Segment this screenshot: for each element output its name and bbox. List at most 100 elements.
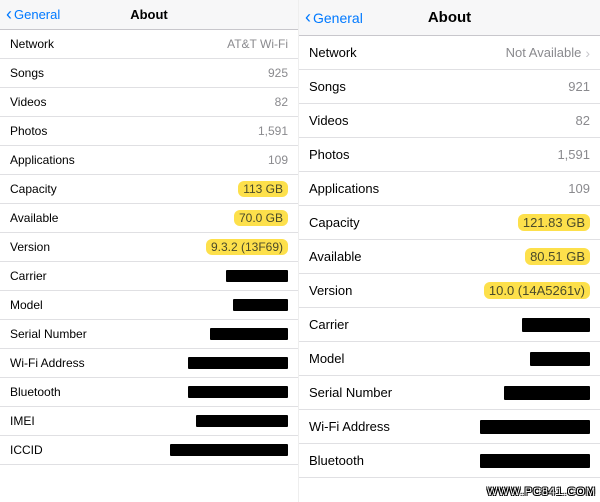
row-value-text: 109 bbox=[568, 181, 590, 196]
row-label: Applications bbox=[10, 153, 75, 167]
back-label: General bbox=[313, 10, 363, 26]
row-value-text: 1,591 bbox=[557, 147, 590, 162]
row-label: Carrier bbox=[309, 317, 349, 332]
redaction-bar bbox=[170, 444, 288, 456]
row-label: Photos bbox=[309, 147, 349, 162]
row-value: 70.0 GB bbox=[234, 210, 288, 226]
settings-row: Bluetooth bbox=[0, 378, 298, 407]
row-value-text: 109 bbox=[268, 153, 288, 167]
row-value-text: 80.51 GB bbox=[530, 249, 585, 264]
settings-row: Songs 925 bbox=[0, 59, 298, 88]
row-label: Videos bbox=[10, 95, 46, 109]
row-label: Serial Number bbox=[10, 327, 87, 341]
settings-row: Videos 82 bbox=[0, 88, 298, 117]
chevron-right-icon: › bbox=[585, 46, 590, 60]
row-label: Carrier bbox=[10, 269, 47, 283]
row-value: 925 bbox=[268, 66, 288, 80]
back-chevron-icon: ‹ bbox=[305, 8, 311, 26]
redaction-bar bbox=[480, 420, 590, 434]
row-value-text: 82 bbox=[275, 95, 288, 109]
redaction-bar bbox=[504, 386, 590, 400]
redaction-bar bbox=[226, 270, 288, 282]
settings-row: IMEI bbox=[0, 407, 298, 436]
settings-row: Carrier bbox=[299, 308, 600, 342]
settings-row: Available 70.0 GB bbox=[0, 204, 298, 233]
row-value-redacted bbox=[480, 454, 590, 468]
redaction-bar bbox=[210, 328, 288, 340]
settings-row: Carrier bbox=[0, 262, 298, 291]
row-label: Available bbox=[309, 249, 362, 264]
row-label: ICCID bbox=[10, 443, 43, 457]
row-value-redacted bbox=[530, 352, 590, 366]
row-value-text: 9.3.2 (13F69) bbox=[211, 240, 283, 254]
settings-row: Applications109 bbox=[299, 172, 600, 206]
row-value-redacted bbox=[210, 328, 288, 340]
row-value: 921 bbox=[568, 79, 590, 94]
row-value-text: 1,591 bbox=[258, 124, 288, 138]
settings-row: Photos 1,591 bbox=[0, 117, 298, 146]
row-label: Capacity bbox=[10, 182, 57, 196]
watermark: WWW.PC841.COM bbox=[487, 486, 596, 498]
redaction-bar bbox=[233, 299, 288, 311]
row-value-redacted bbox=[196, 415, 288, 427]
row-value-text: AT&T Wi-Fi bbox=[227, 37, 288, 51]
settings-row: Version 9.3.2 (13F69) bbox=[0, 233, 298, 262]
settings-row: Serial Number bbox=[299, 376, 600, 410]
about-list-left: Network AT&T Wi-Fi Songs 925 Videos 82 Photos 1… bbox=[0, 30, 298, 502]
row-label: Available bbox=[10, 211, 58, 225]
row-value: 80.51 GB bbox=[525, 248, 590, 265]
row-label: Songs bbox=[309, 79, 346, 94]
screen-right: ‹ General About NetworkNot Available›Son… bbox=[298, 0, 600, 502]
row-label: Network bbox=[309, 45, 357, 60]
settings-row: Model bbox=[0, 291, 298, 320]
settings-row: ICCID bbox=[0, 436, 298, 465]
settings-row[interactable]: Network Not Available› bbox=[299, 36, 600, 70]
row-label: Serial Number bbox=[309, 385, 392, 400]
row-value-redacted bbox=[522, 318, 590, 332]
row-label: Network bbox=[10, 37, 54, 51]
screen-left: ‹ General About NetworkAT&T Wi-FiSongs92… bbox=[0, 0, 298, 502]
settings-row: Wi-Fi Address bbox=[0, 349, 298, 378]
row-value: 10.0 (14A5261v) bbox=[484, 282, 590, 299]
row-label: Version bbox=[309, 283, 352, 298]
row-value-text: 121.83 GB bbox=[523, 215, 585, 230]
row-value-redacted bbox=[480, 420, 590, 434]
settings-row: Photos 1,591 bbox=[299, 138, 600, 172]
row-value: 9.3.2 (13F69) bbox=[206, 239, 288, 255]
row-value-text: 10.0 (14A5261v) bbox=[489, 283, 585, 298]
row-value-text: Not Available bbox=[506, 45, 582, 60]
row-value: 113 GB bbox=[238, 181, 288, 197]
settings-row: Bluetooth bbox=[299, 444, 600, 478]
settings-row: Applications 109 bbox=[0, 146, 298, 175]
back-label: General bbox=[14, 7, 60, 22]
settings-row: Available 80.51 GB bbox=[299, 240, 600, 274]
row-label: Bluetooth bbox=[10, 385, 61, 399]
row-label: Model bbox=[309, 351, 344, 366]
row-value-text: 82 bbox=[576, 113, 590, 128]
redaction-bar bbox=[480, 454, 590, 468]
row-label: Version bbox=[10, 240, 50, 254]
row-label: Model bbox=[10, 298, 43, 312]
row-label: Songs bbox=[10, 66, 44, 80]
row-value: 82 bbox=[275, 95, 288, 109]
row-value: 82 bbox=[576, 113, 590, 128]
row-value-text: 925 bbox=[268, 66, 288, 80]
settings-row: Version 10.0 (14A5261v) bbox=[299, 274, 600, 308]
row-label: Photos bbox=[10, 124, 47, 138]
settings-row: Songs 921 bbox=[299, 70, 600, 104]
settings-row: Capacity121.83 GB bbox=[299, 206, 600, 240]
back-button[interactable]: ‹ General bbox=[6, 7, 60, 23]
back-button[interactable]: ‹ General bbox=[305, 10, 363, 26]
row-value-redacted bbox=[170, 444, 288, 456]
back-chevron-icon: ‹ bbox=[6, 5, 12, 23]
row-value: 109 bbox=[568, 181, 590, 196]
row-value-text: 113 GB bbox=[243, 182, 283, 196]
settings-row: Model bbox=[299, 342, 600, 376]
row-value-text: 70.0 GB bbox=[239, 211, 283, 225]
row-value-redacted bbox=[233, 299, 288, 311]
row-value-redacted bbox=[226, 270, 288, 282]
settings-row: Videos82 bbox=[299, 104, 600, 138]
row-value-text: 921 bbox=[568, 79, 590, 94]
row-value: 121.83 GB bbox=[518, 214, 590, 231]
redaction-bar bbox=[530, 352, 590, 366]
